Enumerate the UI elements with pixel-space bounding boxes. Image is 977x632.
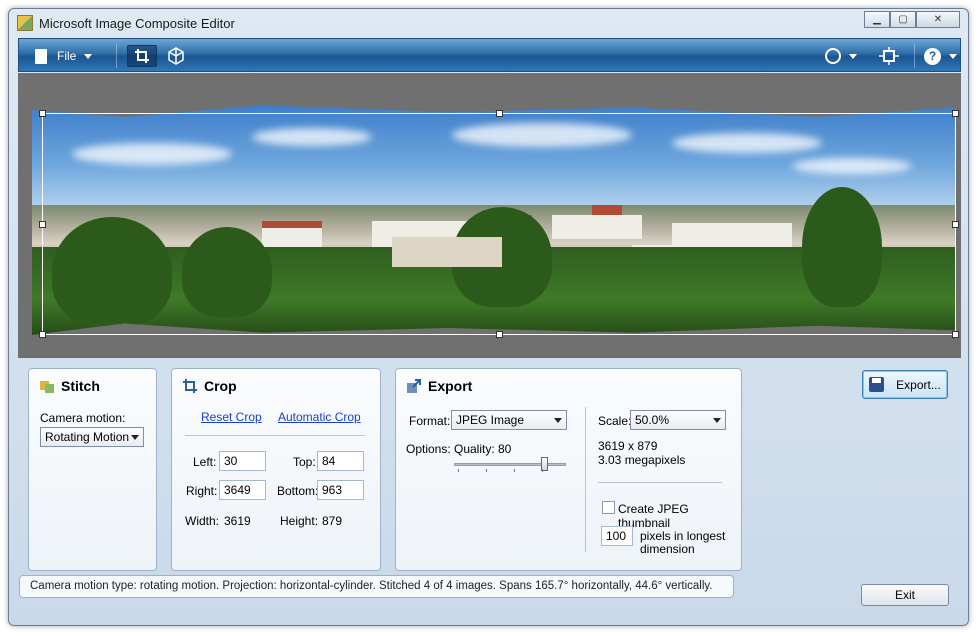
chevron-down-icon [849,53,857,59]
crop-handle-right[interactable] [952,221,959,228]
left-field[interactable]: 30 [219,451,266,471]
toolbar-divider [914,44,915,68]
zoom-icon [825,48,841,64]
height-value: 879 [322,514,343,528]
app-icon [17,15,33,31]
chevron-down-icon [713,418,721,423]
automatic-crop-link[interactable]: Automatic Crop [278,410,361,424]
left-label: Left: [193,455,217,469]
document-icon [35,48,47,64]
divider [585,407,586,552]
export-panel: Export Format: JPEG Image Options: Quali… [395,368,742,571]
fit-to-window-button[interactable] [879,45,899,67]
exit-button[interactable]: Exit [861,584,949,606]
right-field[interactable]: 3649 [219,480,266,500]
width-value: 3619 [224,514,251,528]
reset-crop-link[interactable]: Reset Crop [201,410,262,424]
status-bar: Camera motion type: rotating motion. Pro… [19,575,734,598]
chevron-down-icon [949,53,957,59]
toolbar-divider [116,44,117,68]
quality-label: Quality: [454,442,495,456]
camera-motion-label: Camera motion: [40,411,126,425]
projection-tool-button[interactable] [165,45,187,67]
help-button[interactable]: ? [924,45,957,67]
crop-tool-button[interactable] [127,45,157,67]
bottom-label: Bottom: [277,484,319,498]
crop-handle-top-left[interactable] [39,110,46,117]
crop-handle-bottom[interactable] [496,331,503,338]
crop-rectangle[interactable] [39,110,959,338]
crop-icon [183,379,197,393]
crop-panel: Crop Reset Crop Automatic Crop Left: 30 … [171,368,381,571]
right-label: Right: [186,484,218,498]
close-button[interactable]: ✕ [916,11,960,28]
thumbnail-size-field[interactable]: 100 [601,526,633,546]
toolbar: File ? [18,38,961,72]
pixels-label-line1: pixels in longest [640,529,726,543]
crop-title: Crop [182,378,237,394]
stitch-panel: Stitch Camera motion: Rotating Motion [28,368,157,571]
minimize-button[interactable]: ▁ [864,11,890,28]
window-controls: ▁ ▢ ✕ [864,11,960,28]
window-title: Microsoft Image Composite Editor [39,16,235,31]
thumbnail-label: Create JPEG thumbnail [618,502,689,530]
scale-label: Scale: [598,414,632,428]
crop-handle-left[interactable] [39,221,46,228]
close-icon: ✕ [933,14,943,25]
export-title: Export [406,378,472,394]
chevron-down-icon [554,418,562,423]
pixels-label-line2: dimension [640,542,695,556]
stitch-title: Stitch [39,378,100,394]
fit-icon [879,47,899,65]
crop-icon [135,49,149,63]
crop-handle-top-right[interactable] [952,110,959,117]
width-label: Width: [185,514,220,528]
quality-value: 80 [498,442,512,456]
camera-motion-select[interactable]: Rotating Motion [40,427,144,447]
thumbnail-checkbox[interactable] [602,501,615,514]
options-label: Options: [406,442,451,456]
file-menu-label: File [57,49,77,63]
top-label: Top: [293,455,316,469]
top-field[interactable]: 84 [317,451,364,471]
height-label: Height: [280,514,319,528]
panorama-canvas[interactable] [18,73,961,358]
help-icon: ? [924,47,941,65]
stitch-icon [40,381,54,393]
crop-handle-bottom-left[interactable] [39,331,46,338]
format-label: Format: [409,414,451,428]
output-megapixels: 3.03 megapixels [598,453,686,467]
bottom-field[interactable]: 963 [317,480,364,500]
maximize-button[interactable]: ▢ [890,11,916,28]
chevron-down-icon [84,53,93,59]
format-select[interactable]: JPEG Image [451,410,567,430]
crop-handle-bottom-right[interactable] [952,331,959,338]
zoom-button[interactable] [825,45,857,67]
output-dimensions: 3619 x 879 [598,439,658,453]
divider [185,435,365,436]
chevron-down-icon [131,435,139,440]
quality-slider[interactable] [454,463,566,466]
divider [598,482,722,483]
maximize-icon: ▢ [898,14,908,25]
crop-handle-top[interactable] [496,110,503,117]
export-icon [407,379,421,393]
title-bar: Microsoft Image Composite Editor ▁ ▢ ✕ [9,9,968,37]
scale-select[interactable]: 50.0% [630,410,726,430]
export-button[interactable]: Export... [862,370,948,399]
cube-icon [168,47,184,65]
file-menu-button[interactable]: File [35,45,93,67]
minimize-icon: ▁ [873,14,881,25]
save-icon [869,377,885,392]
